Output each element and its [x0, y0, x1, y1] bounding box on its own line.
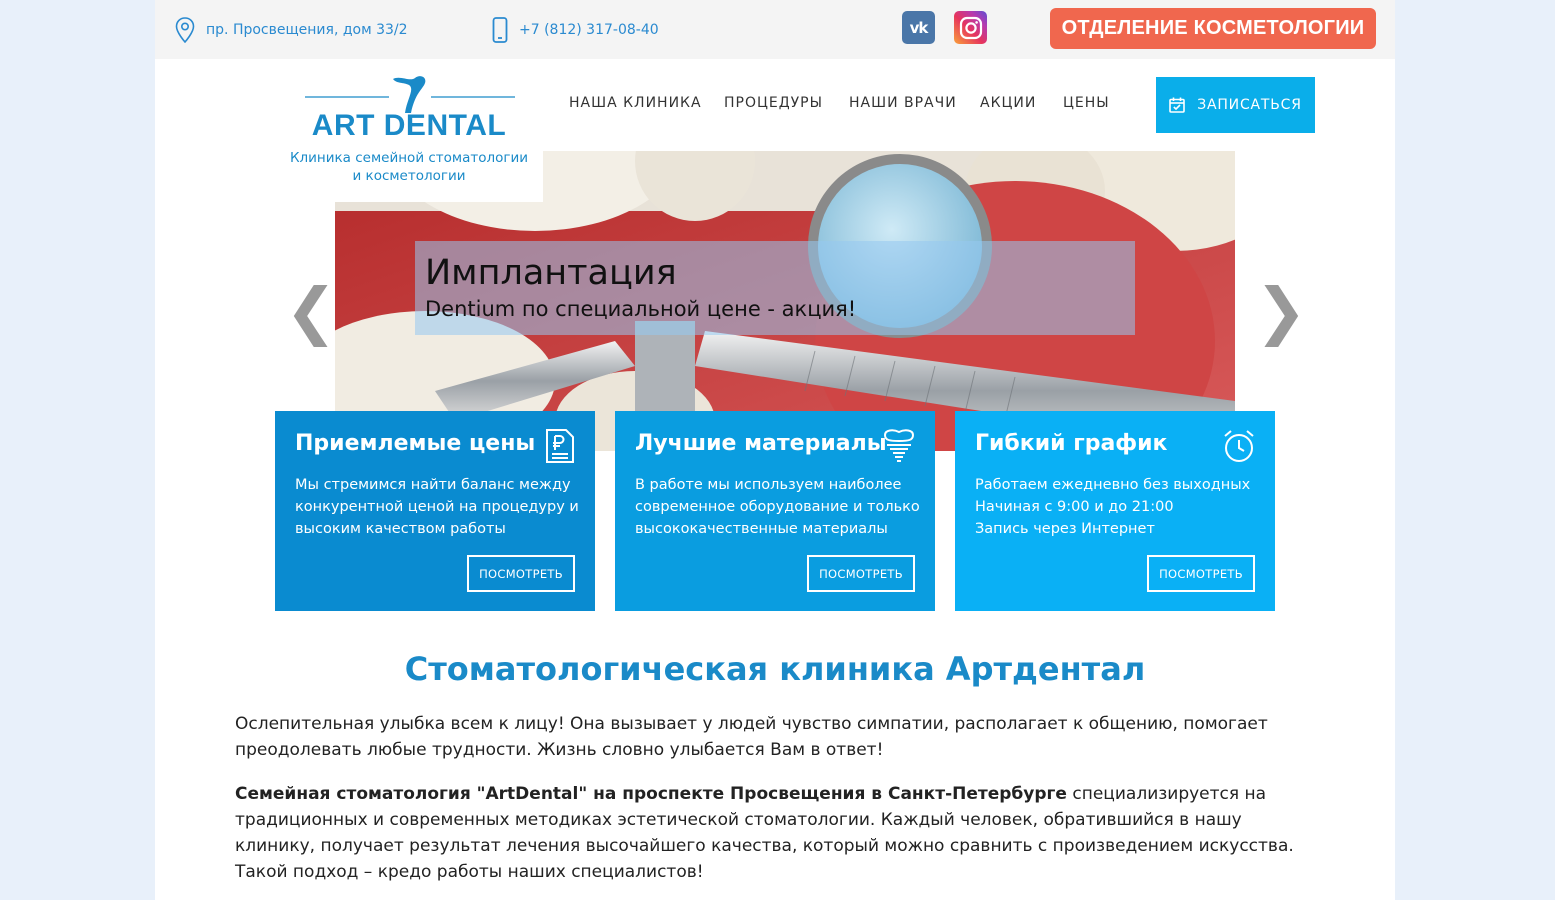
- feature-card-materials: Лучшие материалы В работе мы используем …: [615, 411, 935, 611]
- vk-icon[interactable]: vk: [902, 11, 935, 44]
- clinic-paragraph-bold: Семейная стоматология "ArtDental" на про…: [235, 784, 1067, 804]
- signup-button[interactable]: ЗАПИСАТЬСЯ: [1156, 77, 1315, 133]
- card-view-button[interactable]: ПОСМОТРЕТЬ: [467, 555, 575, 592]
- clinic-paragraph: Семейная стоматология "ArtDental" на про…: [235, 781, 1315, 885]
- card-view-button[interactable]: ПОСМОТРЕТЬ: [807, 555, 915, 592]
- intro-paragraph: Ослепительная улыбка всем к лицу! Она вы…: [235, 714, 1268, 760]
- address: пр. Просвещения, дом 33/2: [175, 0, 408, 59]
- card-text: В работе мы используем наиболее современ…: [635, 477, 920, 537]
- card-title: Лучшие материалы: [635, 431, 887, 456]
- slider-prev-arrow-icon[interactable]: ❮: [285, 280, 337, 342]
- card-title: Приемлемые цены: [295, 431, 536, 456]
- top-bar: пр. Просвещения, дом 33/2 +7 (812) 317-0…: [155, 0, 1395, 59]
- address-text: пр. Просвещения, дом 33/2: [206, 21, 408, 38]
- feature-card-schedule: Гибкий график Работаем ежедневно без вых…: [955, 411, 1275, 611]
- slider-next-arrow-icon[interactable]: ❯: [1255, 280, 1307, 342]
- hero-title: Имплантация: [425, 253, 677, 293]
- nav-item-clinic[interactable]: НАША КЛИНИКА: [569, 95, 702, 111]
- page: пр. Просвещения, дом 33/2 +7 (812) 317-0…: [155, 0, 1395, 900]
- tooth-implant-icon: [883, 429, 915, 462]
- logo[interactable]: ART DENTAL Клиника семейной стоматологии…: [275, 59, 543, 202]
- alarm-clock-icon: [1224, 430, 1254, 462]
- card-text: Мы стремимся найти баланс между конкурен…: [295, 477, 579, 537]
- page-title: Стоматологическая клиника Артдентал: [404, 650, 1146, 688]
- location-pin-icon: [175, 16, 195, 43]
- logo-title: ART DENTAL: [311, 109, 507, 142]
- calendar-check-icon: [1169, 97, 1186, 113]
- cosmetology-button[interactable]: ОТДЕЛЕНИЕ КОСМЕТОЛОГИИ: [1050, 8, 1376, 49]
- signup-label: ЗАПИСАТЬСЯ: [1197, 97, 1302, 113]
- nav-item-doctors[interactable]: НАШИ ВРАЧИ: [849, 95, 957, 111]
- hero-caption: Имплантация Dentium по специальной цене …: [415, 241, 1135, 335]
- price-document-icon: [546, 429, 574, 463]
- nav-item-procedures[interactable]: ПРОЦЕДУРЫ: [724, 95, 823, 111]
- nav-item-promotions[interactable]: АКЦИИ: [980, 95, 1036, 111]
- logo-subtitle: Клиника семейной стоматологии и косметол…: [289, 150, 529, 184]
- instagram-icon[interactable]: [954, 11, 987, 44]
- phone-icon: [492, 16, 508, 43]
- card-text: Работаем ежедневно без выходных Начиная …: [975, 477, 1251, 537]
- feature-card-prices: Приемлемые цены Мы стремимся найти балан…: [275, 411, 595, 611]
- nav-item-prices[interactable]: ЦЕНЫ: [1063, 95, 1110, 111]
- phone-text: +7 (812) 317-08-40: [519, 21, 659, 38]
- phone[interactable]: +7 (812) 317-08-40: [492, 0, 659, 59]
- hero-subtitle: Dentium по специальной цене - акция!: [425, 297, 857, 321]
- card-view-button[interactable]: ПОСМОТРЕТЬ: [1147, 555, 1255, 592]
- card-title: Гибкий график: [975, 431, 1168, 456]
